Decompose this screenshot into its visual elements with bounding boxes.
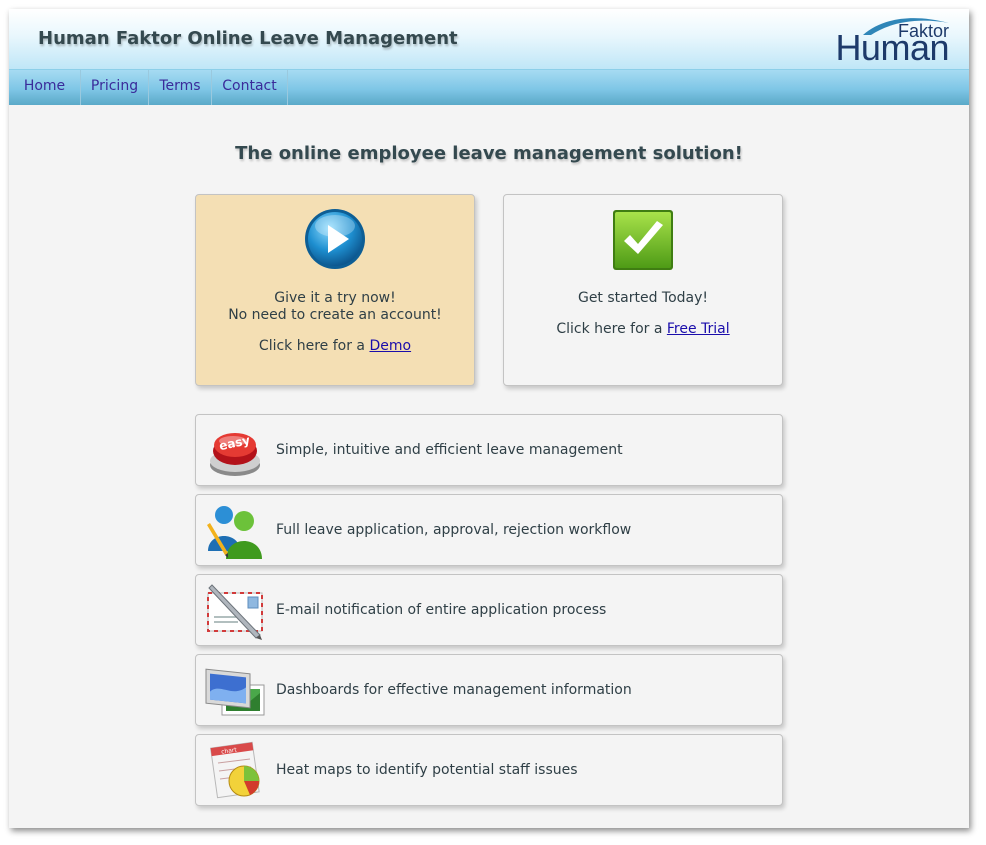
feature-text: E-mail notification of entire applicatio… [276, 602, 607, 618]
logo-text-human: Human [835, 27, 949, 68]
demo-link[interactable]: Demo [369, 338, 411, 354]
demo-line1: Give it a try now! [274, 290, 396, 306]
feature-row: chart Heat maps to identify potential st… [195, 734, 783, 806]
users-icon [207, 506, 262, 559]
feature-text: Simple, intuitive and efficient leave ma… [276, 442, 623, 458]
app-title: Human Faktor Online Leave Management [38, 28, 458, 49]
feature-text: Dashboards for effective management info… [276, 682, 632, 698]
demo-cta: Click here for a Demo [196, 338, 474, 354]
dashboard-icon [205, 668, 265, 716]
nav-bar: Home Pricing Terms Contact [9, 69, 969, 105]
easy-button-icon: easy [210, 433, 260, 476]
trial-card[interactable]: Get started Today! Click here for a Free… [503, 194, 783, 386]
trial-cta: Click here for a Free Trial [504, 321, 782, 337]
nav-pricing[interactable]: Pricing [81, 70, 149, 105]
logo[interactable]: Faktor Human [833, 15, 951, 68]
demo-line2: No need to create an account! [228, 307, 442, 323]
tagline: The online employee leave management sol… [235, 143, 743, 164]
chart-icon: chart [210, 741, 260, 799]
feature-row: easy Simple, intuitive and efficient lea… [195, 414, 783, 486]
feature-text: Full leave application, approval, reject… [276, 522, 632, 538]
nav-home[interactable]: Home [9, 70, 81, 105]
feature-row: E-mail notification of entire applicatio… [195, 574, 783, 646]
trial-link[interactable]: Free Trial [667, 321, 730, 337]
feature-text: Heat maps to identify potential staff is… [276, 762, 578, 778]
feature-row: Dashboards for effective management info… [195, 654, 783, 726]
play-icon[interactable] [304, 208, 366, 270]
page-frame: Human Faktor Online Leave Management Fak… [9, 9, 969, 828]
email-icon [207, 584, 263, 640]
demo-card[interactable]: Give it a try now! No need to create an … [195, 194, 475, 386]
trial-cta-prefix: Click here for a [556, 321, 667, 337]
demo-cta-prefix: Click here for a [258, 338, 370, 354]
nav-contact[interactable]: Contact [212, 70, 288, 105]
trial-line1: Get started Today! [577, 290, 709, 306]
feature-row: Full leave application, approval, reject… [195, 494, 783, 566]
header: Human Faktor Online Leave Management Fak… [9, 9, 969, 69]
checkmark-icon[interactable] [612, 209, 674, 271]
nav-terms[interactable]: Terms [149, 70, 212, 105]
